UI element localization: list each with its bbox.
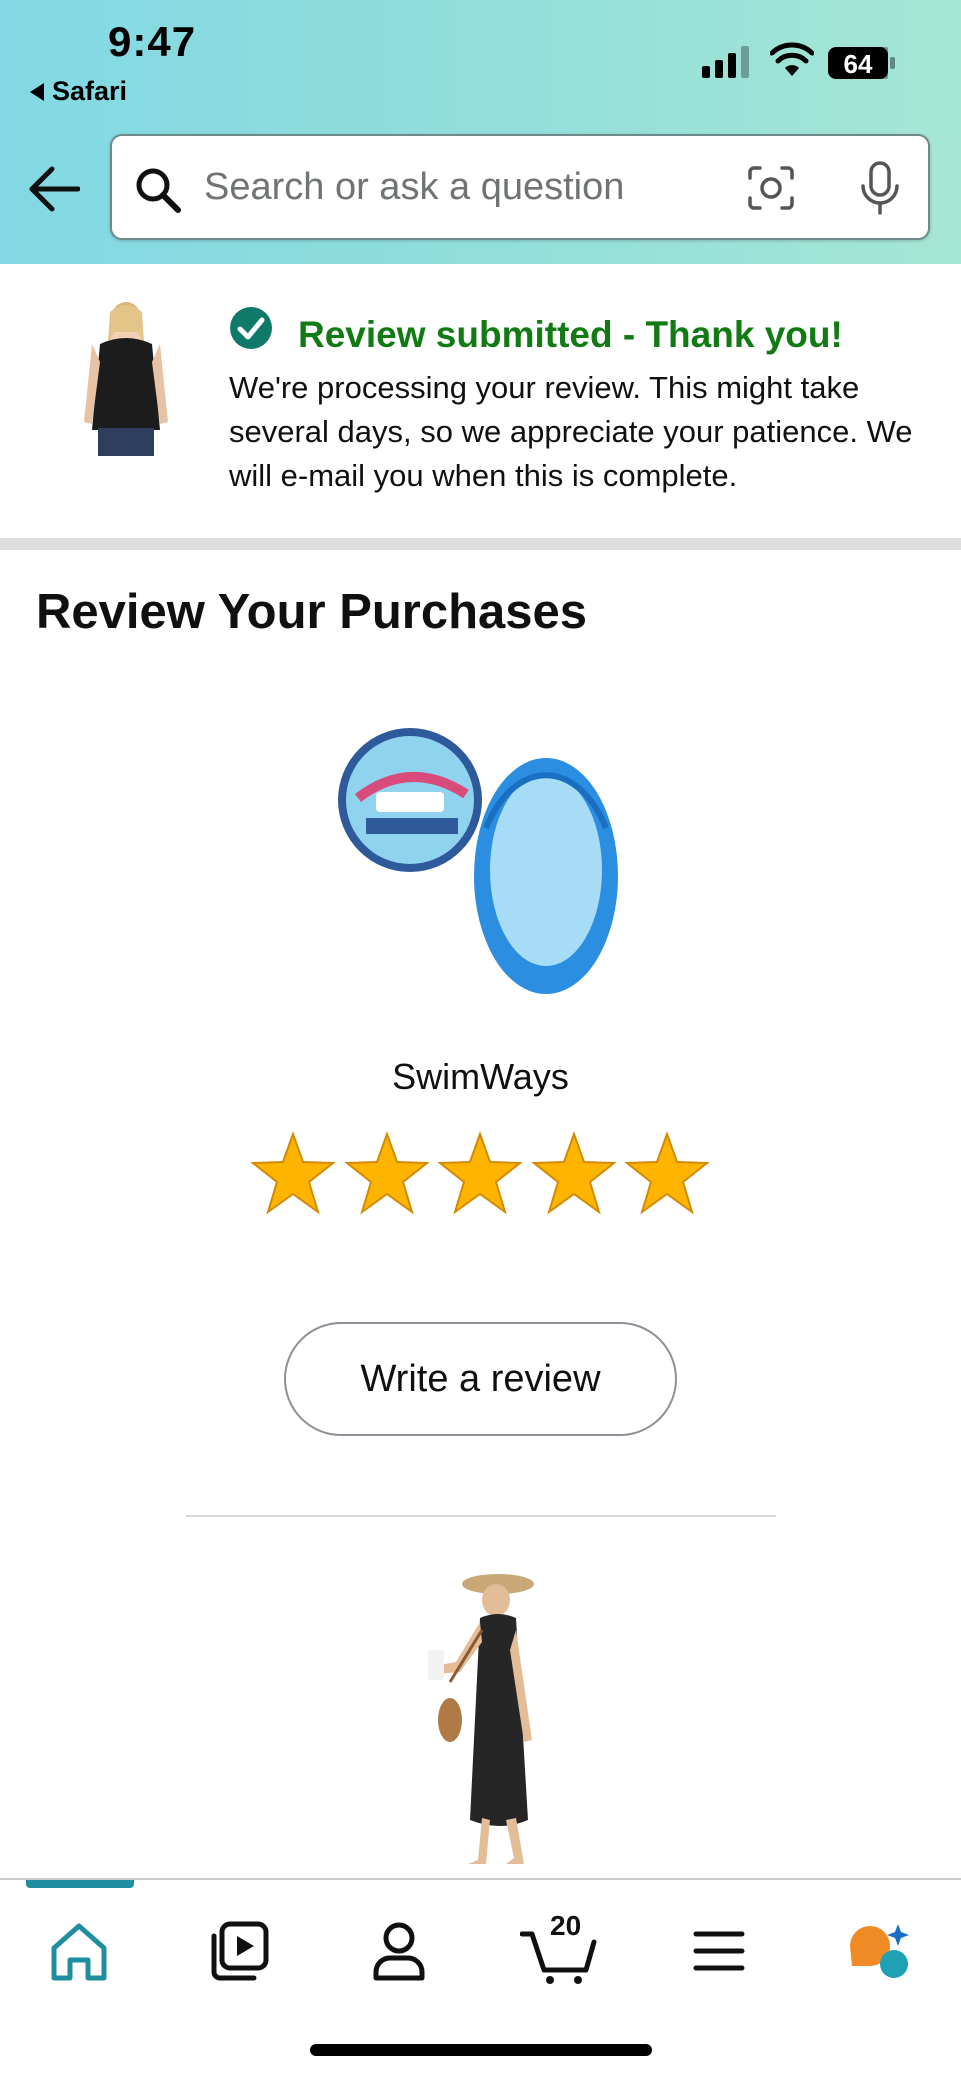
star-rating[interactable] [250, 1130, 710, 1216]
home-indicator [310, 2044, 652, 2056]
video-icon[interactable] [204, 1916, 274, 1986]
cart-count: 20 [550, 1910, 582, 1941]
review-submitted-message: We're processing your review. This might… [229, 370, 913, 493]
cellular-signal-icon [702, 46, 749, 78]
battery-icon: 64 [828, 47, 895, 79]
back-arrow-icon[interactable] [28, 166, 80, 212]
product-name: SwimWays [392, 1056, 569, 1097]
star-icon-5[interactable] [624, 1130, 710, 1216]
check-circle-icon [230, 307, 272, 349]
account-icon[interactable] [364, 1916, 434, 1986]
search-input[interactable]: Search or ask a question [204, 166, 624, 209]
section-title: Review Your Purchases [36, 585, 588, 639]
star-icon-3[interactable] [437, 1130, 523, 1216]
back-triangle-icon [30, 82, 44, 101]
product-divider [186, 1515, 776, 1517]
wifi-icon [770, 42, 814, 76]
back-app-label: Safari [52, 76, 128, 106]
camera-scan-icon[interactable] [746, 164, 796, 212]
section-separator [0, 538, 961, 550]
search-icon [136, 168, 181, 213]
star-icon-2[interactable] [343, 1130, 430, 1216]
product-image-swimways[interactable] [336, 718, 632, 1018]
microphone-icon[interactable] [858, 160, 902, 216]
active-tab-indicator [26, 1880, 134, 1888]
home-icon[interactable] [44, 1916, 114, 1986]
rufus-icon[interactable] [844, 1916, 914, 1986]
battery-level: 64 [844, 49, 873, 79]
review-submitted-title: Review submitted - Thank you! [298, 314, 843, 355]
product-image-black-dress[interactable] [420, 1570, 550, 1866]
write-review-button[interactable]: Write a review [284, 1322, 677, 1436]
star-icon-4[interactable] [530, 1130, 617, 1216]
cart-button[interactable]: 20 [519, 1910, 600, 1986]
reviewed-product-thumbnail [84, 302, 168, 456]
back-to-safari[interactable]: Safari [30, 76, 127, 107]
app-header: 9:47 Safari 64 Search or ask a question [0, 0, 961, 264]
star-icon-1[interactable] [250, 1130, 336, 1216]
search-bar[interactable]: Search or ask a question [110, 134, 930, 240]
status-time: 9:47 [108, 18, 197, 65]
menu-icon[interactable] [684, 1916, 754, 1986]
